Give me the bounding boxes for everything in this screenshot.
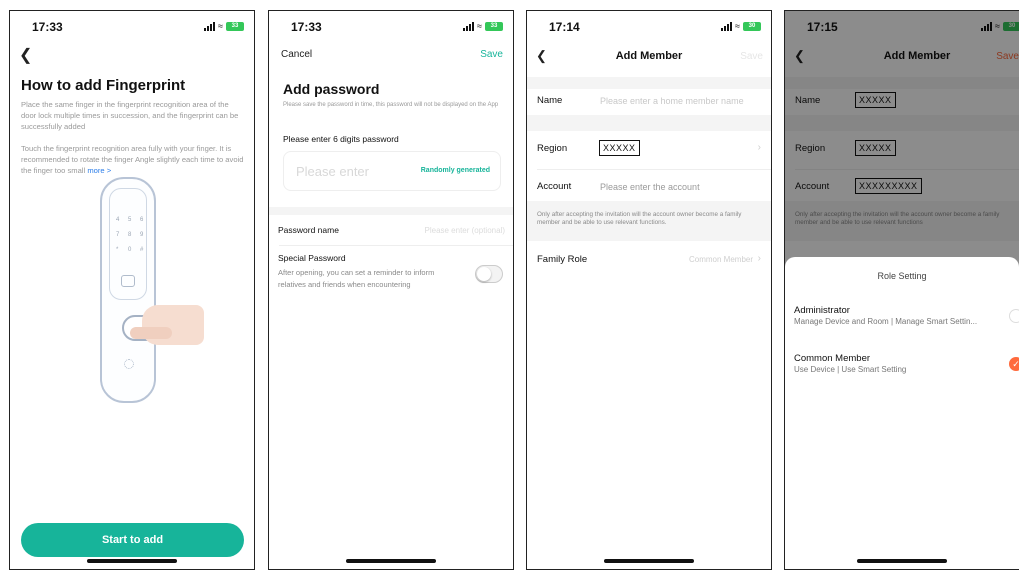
signal-icon bbox=[463, 21, 475, 31]
chevron-right-icon: › bbox=[757, 142, 761, 153]
special-password-desc: After opening, you can set a reminder to… bbox=[278, 268, 435, 289]
battery-icon: 30 bbox=[743, 21, 761, 31]
signal-icon bbox=[721, 21, 733, 31]
home-indicator bbox=[604, 559, 694, 563]
cancel-button[interactable]: Cancel bbox=[281, 49, 312, 60]
region-label: Region bbox=[537, 143, 568, 154]
keypad-key: 8 bbox=[128, 232, 132, 238]
divider bbox=[279, 245, 513, 246]
status-time: 17:14 bbox=[549, 20, 580, 34]
page-title: Add Member bbox=[615, 50, 683, 62]
instruction-text-2-tail: too small bbox=[54, 166, 86, 175]
divider bbox=[537, 169, 771, 170]
family-role-value[interactable]: Common Member bbox=[689, 255, 753, 264]
status-bar: 17:33 ≈ 33 bbox=[269, 11, 513, 41]
name-label: Name bbox=[537, 95, 563, 106]
page-title: Add password bbox=[283, 81, 380, 97]
section-divider bbox=[527, 77, 771, 89]
keyhole-icon bbox=[124, 359, 134, 369]
keypad-key: 6 bbox=[140, 217, 144, 223]
screen-add-password: 17:33 ≈ 33 Cancel Save Add password Plea… bbox=[268, 10, 514, 570]
status-bar: 17:14 ≈ 30 bbox=[527, 11, 771, 41]
name-input[interactable]: Please enter a home member name bbox=[600, 96, 744, 106]
wifi-icon: ≈ bbox=[477, 21, 482, 31]
door-icon bbox=[121, 275, 135, 287]
save-button[interactable]: Save bbox=[740, 51, 763, 62]
administrator-option-desc: Manage Device and Room | Manage Smart Se… bbox=[794, 317, 978, 326]
invitation-note: Only after accepting the invitation will… bbox=[537, 211, 742, 226]
account-input[interactable]: Please enter the account bbox=[600, 182, 700, 192]
account-label: Account bbox=[537, 181, 572, 192]
password-name-label: Password name bbox=[278, 225, 339, 235]
wifi-icon: ≈ bbox=[218, 21, 223, 31]
save-button[interactable]: Save bbox=[480, 49, 503, 60]
special-password-toggle[interactable] bbox=[475, 265, 503, 283]
chevron-right-icon: › bbox=[757, 253, 761, 264]
section-divider bbox=[269, 207, 513, 215]
home-indicator bbox=[346, 559, 436, 563]
instruction-text-1: Place the same finger in the fingerprint… bbox=[21, 100, 239, 131]
family-role-label: Family Role bbox=[537, 254, 588, 265]
status-bar: 17:33 ≈ 33 bbox=[10, 11, 254, 41]
screen-role-setting: 17:15 ≈ 30 ❮ Add Member Save Name XXXXX … bbox=[784, 10, 1019, 570]
administrator-option-title[interactable]: Administrator bbox=[794, 305, 850, 316]
digits-label: Please enter 6 digits password bbox=[283, 134, 399, 144]
password-name-input[interactable]: Please enter (optional) bbox=[425, 226, 506, 235]
door-lock-illustration: 4 5 6 7 8 9 * 0 # bbox=[100, 177, 204, 403]
keypad-key: 7 bbox=[116, 232, 120, 238]
keypad-key: 0 bbox=[128, 247, 132, 253]
wifi-icon: ≈ bbox=[735, 21, 740, 31]
start-to-add-button[interactable]: Start to add bbox=[21, 523, 244, 557]
check-icon[interactable]: ✓ bbox=[1009, 357, 1019, 371]
status-time: 17:33 bbox=[32, 20, 63, 34]
keypad-key: 4 bbox=[116, 217, 120, 223]
randomly-generated-button[interactable]: Randomly generated bbox=[421, 167, 490, 174]
page-subtitle: Please save the password in time, this p… bbox=[283, 102, 499, 108]
administrator-radio[interactable] bbox=[1009, 309, 1019, 323]
screen-fingerprint-guide: 17:33 ≈ 33 ❮ How to add Fingerprint Plac… bbox=[9, 10, 255, 570]
instruction-text-2: Touch the fingerprint recognition area f… bbox=[21, 143, 244, 176]
password-placeholder: Please enter bbox=[296, 164, 369, 179]
more-link[interactable]: more > bbox=[87, 166, 111, 175]
finger-illustration bbox=[130, 327, 172, 339]
common-member-option-title[interactable]: Common Member bbox=[794, 353, 870, 364]
password-field[interactable]: Please enter Randomly generated bbox=[283, 151, 501, 191]
region-value[interactable]: XXXXX bbox=[599, 140, 640, 156]
status-time: 17:33 bbox=[291, 20, 322, 34]
home-indicator bbox=[87, 559, 177, 563]
back-button[interactable]: ❮ bbox=[19, 45, 32, 65]
signal-icon bbox=[204, 21, 216, 31]
keypad-key: * bbox=[116, 247, 119, 253]
battery-icon: 33 bbox=[226, 21, 244, 31]
special-password-label: Special Password bbox=[278, 253, 346, 263]
section-divider bbox=[527, 115, 771, 131]
battery-icon: 33 bbox=[485, 21, 503, 31]
page-title: How to add Fingerprint bbox=[21, 77, 186, 94]
common-member-option-desc: Use Device | Use Smart Setting bbox=[794, 365, 907, 374]
keypad-key: 9 bbox=[140, 232, 144, 238]
hand-illustration bbox=[142, 305, 204, 345]
keypad-key: 5 bbox=[128, 217, 132, 223]
keypad-key: # bbox=[140, 247, 144, 253]
home-indicator bbox=[857, 559, 947, 563]
role-setting-sheet: Role Setting Administrator Manage Device… bbox=[785, 257, 1019, 569]
screen-add-member: 17:14 ≈ 30 ❮ Add Member Save Name Please… bbox=[526, 10, 772, 570]
sheet-title: Role Setting bbox=[877, 271, 927, 281]
